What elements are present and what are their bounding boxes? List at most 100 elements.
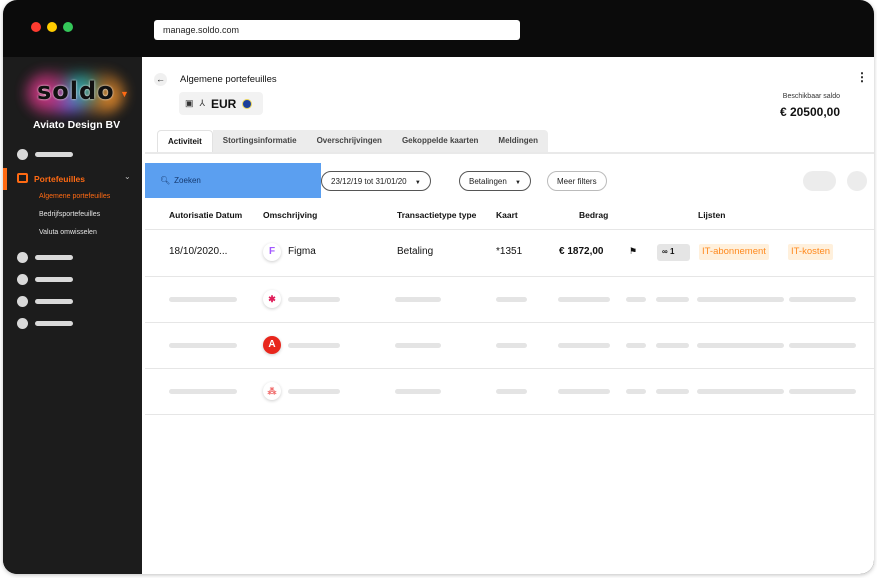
sidebar-item-placeholder[interactable] — [17, 296, 73, 307]
link-icon: ∞ — [662, 247, 668, 256]
row-placeholder — [789, 343, 856, 348]
sidebar-subitem-valuta[interactable]: Valuta omwisselen — [39, 229, 97, 236]
minimize-window-dot[interactable] — [47, 22, 57, 32]
row-divider — [145, 276, 874, 277]
row-placeholder — [395, 389, 441, 394]
maximize-window-dot[interactable] — [63, 22, 73, 32]
type-filter[interactable]: Betalingen ▼ — [459, 171, 531, 191]
chevron-down-icon: ▼ — [120, 89, 129, 99]
row-placeholder — [626, 297, 646, 302]
nav-icon — [17, 252, 28, 263]
balance-label: Beschikbaar saldo — [782, 93, 840, 100]
sidebar: soldo ▼ Aviato Design BV Portefeuilles ⌄… — [3, 57, 142, 574]
row-placeholder — [395, 297, 441, 302]
tag-it-kosten[interactable]: IT-kosten — [788, 244, 834, 260]
row-placeholder — [656, 389, 689, 394]
sidebar-item-label: Portefeuilles — [34, 174, 86, 184]
column-header-type[interactable]: Transactietype type — [397, 210, 476, 220]
caret-down-icon: ▼ — [414, 180, 421, 186]
attachments-badge[interactable]: ∞ 1 — [657, 244, 690, 261]
flag-icon[interactable]: ⚑ — [629, 246, 637, 257]
eu-flag-icon — [242, 98, 253, 109]
row-placeholder — [169, 297, 237, 302]
search-input[interactable]: 🔍︎ Zoeken — [145, 163, 321, 198]
company-name: Aviato Design BV — [33, 119, 121, 131]
nav-icon — [17, 296, 28, 307]
column-header-card[interactable]: Kaart — [496, 210, 518, 220]
column-header-date[interactable]: Autorisatie Datum — [169, 210, 242, 220]
row-placeholder — [626, 389, 646, 394]
adobe-icon: A — [263, 336, 281, 354]
row-date: 18/10/2020... — [169, 246, 228, 257]
sidebar-item-placeholder[interactable] — [17, 149, 73, 160]
row-placeholder — [496, 297, 527, 302]
tabs-divider — [145, 152, 874, 154]
url-bar[interactable]: manage.soldo.com — [154, 20, 520, 40]
sidebar-subitem-bedrijfs[interactable]: Bedrijfsportefeuilles — [39, 211, 100, 218]
row-card: *1351 — [496, 246, 523, 257]
active-indicator — [3, 168, 7, 190]
export-button[interactable] — [847, 171, 867, 191]
sidebar-item-placeholder[interactable] — [17, 318, 73, 329]
tab-gekoppelde-kaarten[interactable]: Gekoppelde kaarten — [391, 130, 489, 152]
view-toggle-button[interactable] — [803, 171, 836, 191]
row-placeholder — [558, 297, 610, 302]
row-placeholder — [288, 389, 340, 394]
search-placeholder: Zoeken — [174, 176, 201, 185]
more-filters-button[interactable]: Meer filters — [547, 171, 607, 191]
row-placeholder — [558, 343, 610, 348]
sidebar-item-placeholder[interactable] — [17, 252, 73, 263]
back-arrow-icon[interactable]: ← — [154, 73, 167, 86]
row-placeholder — [395, 343, 441, 348]
date-range-label: 23/12/19 tot 31/01/20 — [331, 177, 407, 186]
share-icon: ⅄ — [199, 98, 206, 108]
close-window-dot[interactable] — [31, 22, 41, 32]
wallet-currency-chip[interactable]: ▣ ⅄ EUR — [179, 92, 263, 115]
row-placeholder — [697, 297, 784, 302]
type-filter-label: Betalingen — [469, 177, 507, 186]
main-content: ← Algemene portefeuilles ▣ ⅄ EUR ⋮ Besch… — [142, 57, 874, 574]
row-amount: € 1872,00 — [559, 246, 604, 257]
row-placeholder — [656, 297, 689, 302]
nav-label-placeholder — [35, 277, 73, 282]
row-placeholder — [169, 343, 237, 348]
asana-icon: ⁂ — [263, 382, 281, 400]
browser-window: manage.soldo.com soldo ▼ Aviato Design B… — [3, 0, 874, 574]
more-options-icon[interactable]: ⋮ — [856, 71, 868, 83]
attachments-count: 1 — [669, 247, 675, 256]
nav-label-placeholder — [35, 299, 73, 304]
wallet-icon — [17, 173, 28, 183]
column-header-description[interactable]: Omschrijving — [263, 210, 317, 220]
row-placeholder — [656, 343, 689, 348]
nav-label-placeholder — [35, 152, 73, 157]
tab-overschrijvingen[interactable]: Overschrijvingen — [306, 130, 392, 152]
nav-icon — [17, 149, 28, 160]
caret-down-icon: ▼ — [515, 180, 521, 186]
window-controls — [31, 22, 73, 32]
row-placeholder — [697, 343, 784, 348]
row-placeholder — [169, 389, 237, 394]
date-range-filter[interactable]: 23/12/19 tot 31/01/20 ▼ — [321, 171, 431, 191]
row-placeholder — [558, 389, 610, 394]
nav-icon — [17, 274, 28, 285]
row-divider — [145, 414, 874, 415]
sidebar-subitem-algemene[interactable]: Algemene portefeuilles — [39, 193, 110, 200]
sidebar-item-placeholder[interactable] — [17, 274, 73, 285]
logo-text: soldo — [37, 77, 115, 105]
row-placeholder — [697, 389, 784, 394]
row-placeholder — [288, 297, 340, 302]
tab-stortingsinformatie[interactable]: Stortingsinformatie — [212, 130, 307, 152]
tag-it-abonnement[interactable]: IT-abonnement — [699, 244, 769, 260]
nav-label-placeholder — [35, 321, 73, 326]
row-description: Figma — [288, 246, 316, 257]
soldo-logo[interactable]: soldo ▼ — [25, 71, 135, 115]
wallet-title: Algemene portefeuilles — [180, 74, 277, 85]
column-header-lists[interactable]: Lijsten — [698, 210, 725, 220]
search-icon: 🔍︎ — [160, 176, 171, 185]
tab-activiteit[interactable]: Activiteit — [157, 130, 213, 152]
column-header-amount[interactable]: Bedrag — [579, 210, 608, 220]
tab-meldingen[interactable]: Meldingen — [488, 130, 548, 152]
tab-bar: Activiteit Stortingsinformatie Overschri… — [157, 130, 548, 152]
row-placeholder — [626, 343, 646, 348]
sidebar-item-portefeuilles[interactable]: Portefeuilles ⌄ — [3, 168, 142, 190]
